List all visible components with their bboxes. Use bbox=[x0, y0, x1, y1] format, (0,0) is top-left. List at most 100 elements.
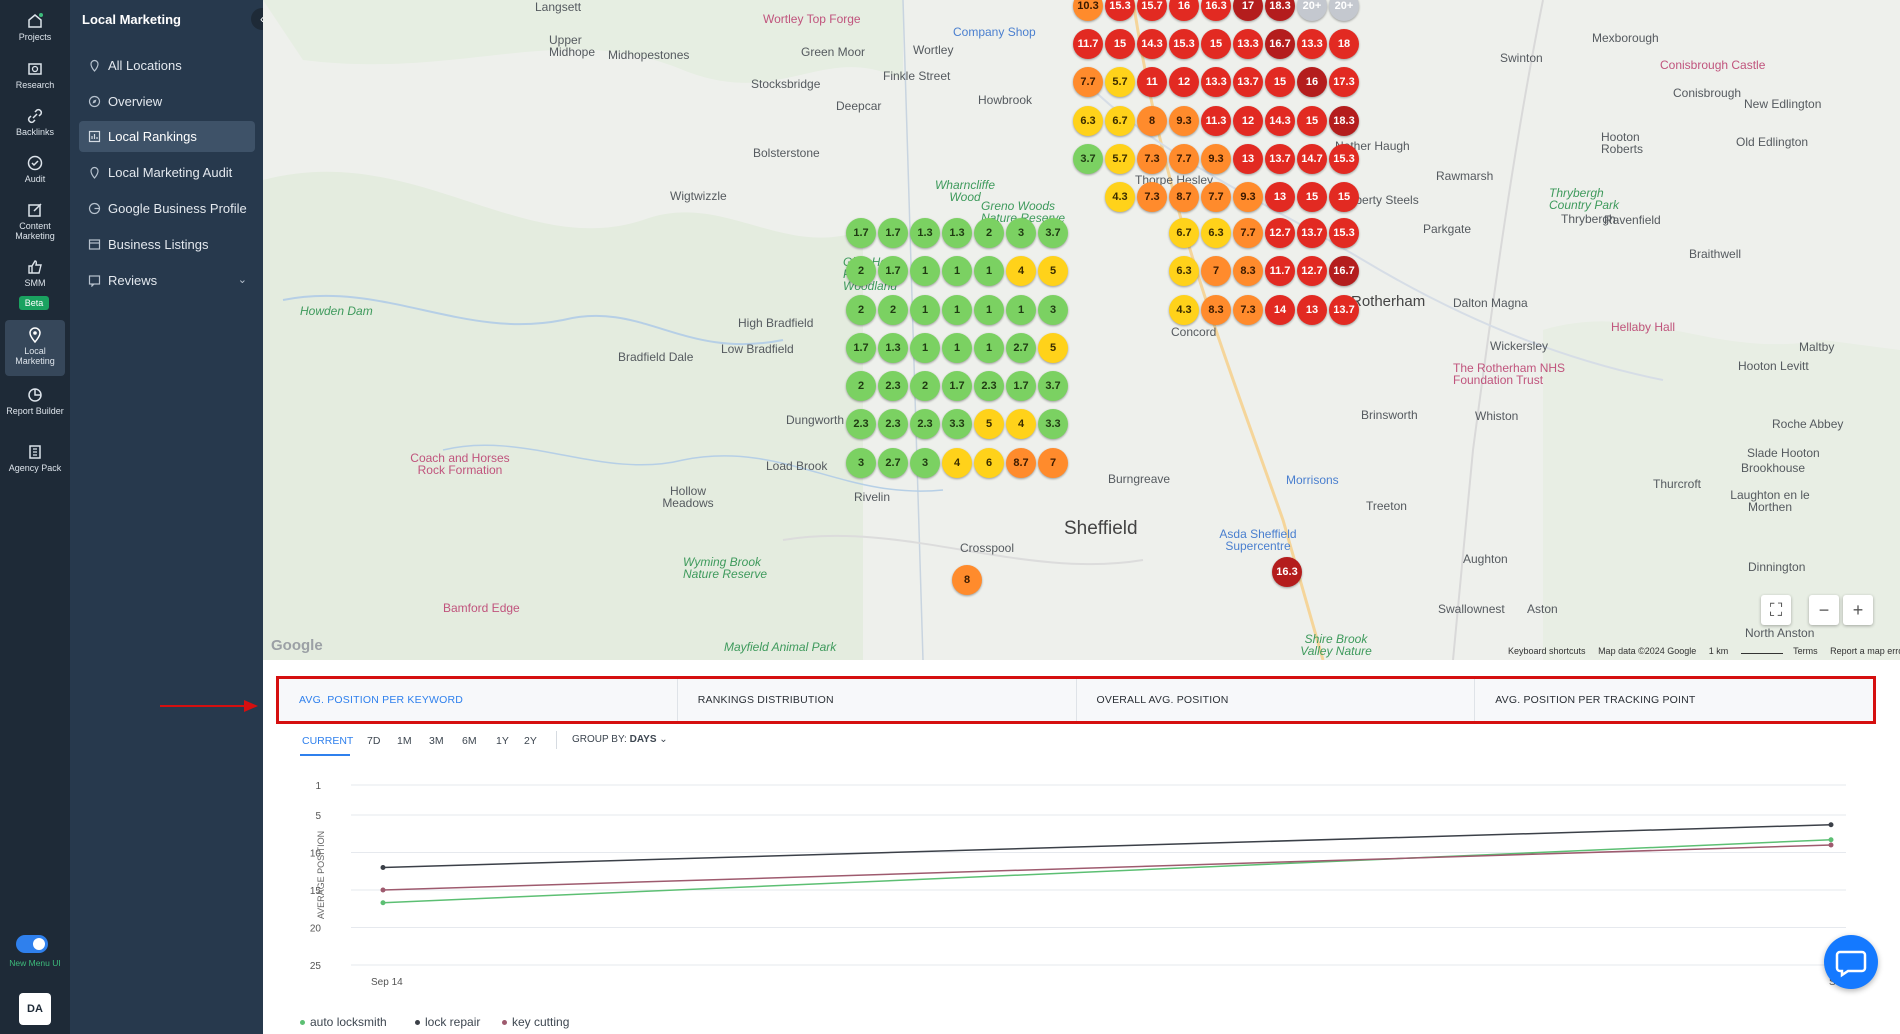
ranking-pin[interactable]: 2.7 bbox=[878, 448, 908, 478]
ranking-pin[interactable]: 4.3 bbox=[1169, 295, 1199, 325]
ranking-pin[interactable]: 7.7 bbox=[1169, 144, 1199, 174]
ranking-pin[interactable]: 12 bbox=[1169, 67, 1199, 97]
ranking-pin[interactable]: 13.7 bbox=[1297, 218, 1327, 248]
ranking-pin[interactable]: 8.3 bbox=[1201, 295, 1231, 325]
ranking-pin[interactable]: 2.3 bbox=[878, 409, 908, 439]
rail-item-projects[interactable]: Projects bbox=[0, 12, 70, 42]
rail-item-backlinks[interactable]: Backlinks bbox=[0, 107, 70, 137]
ranking-pin[interactable]: 15.3 bbox=[1329, 218, 1359, 248]
ranking-pin[interactable]: 13.3 bbox=[1233, 29, 1263, 59]
period-1y[interactable]: 1Y bbox=[496, 735, 509, 747]
ranking-pin[interactable]: 16.7 bbox=[1265, 29, 1295, 59]
ranking-pin[interactable]: 8 bbox=[952, 565, 982, 595]
ranking-pin[interactable]: 2 bbox=[910, 371, 940, 401]
sidebar-item-overview[interactable]: Overview bbox=[79, 86, 255, 117]
ranking-pin[interactable]: 12.7 bbox=[1265, 218, 1295, 248]
ranking-pin[interactable]: 2 bbox=[974, 218, 1004, 248]
group-by-dropdown[interactable]: GROUP BY: DAYS ⌄ bbox=[572, 734, 668, 745]
sidebar-item-business-listings[interactable]: Business Listings bbox=[79, 229, 255, 260]
fullscreen-button[interactable]: ⛶ bbox=[1761, 595, 1791, 625]
ranking-pin[interactable]: 7.7 bbox=[1233, 218, 1263, 248]
ranking-pin[interactable]: 13 bbox=[1265, 182, 1295, 212]
ranking-pin[interactable]: 15 bbox=[1201, 29, 1231, 59]
ranking-pin[interactable]: 14 bbox=[1265, 295, 1295, 325]
ranking-pin[interactable]: 7.7 bbox=[1201, 182, 1231, 212]
avatar[interactable]: DA bbox=[19, 993, 51, 1025]
ranking-pin[interactable]: 15 bbox=[1297, 106, 1327, 136]
sidebar-item-reviews[interactable]: Reviews ⌄ bbox=[79, 265, 255, 296]
ranking-pin[interactable]: 5 bbox=[974, 409, 1004, 439]
ranking-pin[interactable]: 13.3 bbox=[1201, 67, 1231, 97]
zoom-in-button[interactable]: + bbox=[1843, 595, 1873, 625]
ranking-pin[interactable]: 2.3 bbox=[974, 371, 1004, 401]
ranking-pin[interactable]: 15.3 bbox=[1169, 29, 1199, 59]
ranking-pin[interactable]: 1 bbox=[910, 333, 940, 363]
ranking-pin[interactable]: 8 bbox=[1137, 106, 1167, 136]
tab-avg-position-per-keyword[interactable]: AVG. POSITION PER KEYWORD bbox=[279, 679, 678, 721]
ranking-pin[interactable]: 3.3 bbox=[1038, 409, 1068, 439]
sidebar-item-local-rankings[interactable]: Local Rankings bbox=[79, 121, 255, 152]
ranking-pin[interactable]: 1 bbox=[942, 295, 972, 325]
ranking-pin[interactable]: 3.7 bbox=[1038, 371, 1068, 401]
ranking-pin[interactable]: 12 bbox=[1233, 106, 1263, 136]
ranking-pin[interactable]: 1.7 bbox=[1006, 371, 1036, 401]
period-3m[interactable]: 3M bbox=[429, 735, 444, 747]
ranking-pin[interactable]: 16.7 bbox=[1329, 256, 1359, 286]
ranking-pin[interactable]: 18 bbox=[1329, 29, 1359, 59]
ranking-pin[interactable]: 12.7 bbox=[1297, 256, 1327, 286]
legend-key-cutting[interactable]: key cutting bbox=[502, 1015, 569, 1029]
ranking-pin[interactable]: 16 bbox=[1297, 67, 1327, 97]
ranking-pin[interactable]: 5 bbox=[1038, 333, 1068, 363]
ranking-pin[interactable]: 2.7 bbox=[1006, 333, 1036, 363]
ranking-pin[interactable]: 13 bbox=[1233, 144, 1263, 174]
ranking-pin[interactable]: 16.3 bbox=[1272, 557, 1302, 587]
ranking-pin[interactable]: 1 bbox=[974, 295, 1004, 325]
sidebar-item-google-business-profile[interactable]: Google Business Profile bbox=[79, 193, 255, 224]
period-1m[interactable]: 1M bbox=[397, 735, 412, 747]
ranking-pin[interactable]: 8.7 bbox=[1169, 182, 1199, 212]
ranking-pin[interactable]: 14.3 bbox=[1265, 106, 1295, 136]
rail-item-research[interactable]: Research bbox=[0, 60, 70, 90]
ranking-pin[interactable]: 9.3 bbox=[1201, 144, 1231, 174]
ranking-pin[interactable]: 3.3 bbox=[942, 409, 972, 439]
ranking-pin[interactable]: 15 bbox=[1329, 182, 1359, 212]
ranking-pin[interactable]: 17.3 bbox=[1329, 67, 1359, 97]
ranking-pin[interactable]: 7 bbox=[1038, 448, 1068, 478]
ranking-pin[interactable]: 1 bbox=[910, 295, 940, 325]
new-menu-toggle[interactable] bbox=[16, 935, 48, 953]
ranking-pin[interactable]: 3 bbox=[1006, 218, 1036, 248]
ranking-pin[interactable]: 18.3 bbox=[1329, 106, 1359, 136]
ranking-pin[interactable]: 9.3 bbox=[1169, 106, 1199, 136]
ranking-pin[interactable]: 5 bbox=[1038, 256, 1068, 286]
rail-item-agency-pack[interactable]: Agency Pack bbox=[0, 443, 70, 473]
ranking-pin[interactable]: 1.7 bbox=[942, 371, 972, 401]
ranking-pin[interactable]: 3 bbox=[846, 448, 876, 478]
ranking-pin[interactable]: 1.7 bbox=[846, 218, 876, 248]
ranking-pin[interactable]: 13 bbox=[1297, 295, 1327, 325]
ranking-pin[interactable]: 1.7 bbox=[878, 218, 908, 248]
ranking-pin[interactable]: 4 bbox=[1006, 409, 1036, 439]
sidebar-item-local-marketing-audit[interactable]: Local Marketing Audit bbox=[79, 157, 255, 188]
ranking-pin[interactable]: 2.3 bbox=[910, 409, 940, 439]
ranking-pin[interactable]: 8.7 bbox=[1006, 448, 1036, 478]
ranking-pin[interactable]: 13.3 bbox=[1297, 29, 1327, 59]
report-map-error-link[interactable]: Report a map error bbox=[1830, 646, 1900, 656]
ranking-pin[interactable]: 7.7 bbox=[1073, 67, 1103, 97]
ranking-pin[interactable]: 1.3 bbox=[878, 333, 908, 363]
ranking-pin[interactable]: 2 bbox=[846, 256, 876, 286]
ranking-pin[interactable]: 6.7 bbox=[1169, 218, 1199, 248]
ranking-pin[interactable]: 4 bbox=[942, 448, 972, 478]
terms-link[interactable]: Terms bbox=[1793, 646, 1818, 656]
ranking-pin[interactable]: 7.3 bbox=[1233, 295, 1263, 325]
ranking-pin[interactable]: 3.7 bbox=[1073, 144, 1103, 174]
ranking-pin[interactable]: 11.7 bbox=[1265, 256, 1295, 286]
period-6m[interactable]: 6M bbox=[462, 735, 477, 747]
period-current[interactable]: CURRENT bbox=[302, 735, 353, 747]
ranking-pin[interactable]: 2 bbox=[846, 295, 876, 325]
ranking-pin[interactable]: 15.3 bbox=[1329, 144, 1359, 174]
ranking-pin[interactable]: 4 bbox=[1006, 256, 1036, 286]
ranking-pin[interactable]: 2 bbox=[846, 371, 876, 401]
ranking-pin[interactable]: 6.7 bbox=[1105, 106, 1135, 136]
ranking-pin[interactable]: 6.3 bbox=[1073, 106, 1103, 136]
ranking-pin[interactable]: 1 bbox=[942, 256, 972, 286]
